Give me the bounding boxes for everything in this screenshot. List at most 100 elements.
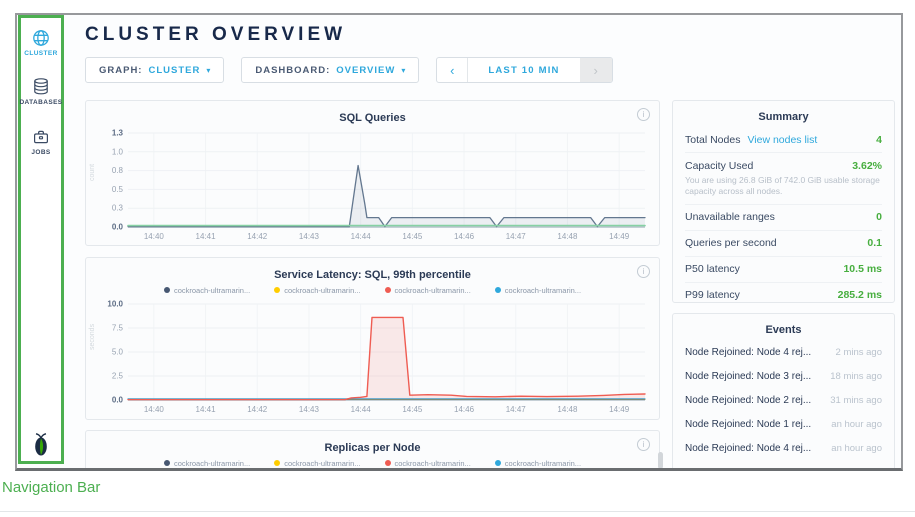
cockroachdb-logo[interactable] — [30, 432, 52, 457]
event-time: an hour ago — [831, 443, 882, 454]
info-icon[interactable]: i — [637, 265, 650, 278]
sql-queries-chart-card: SQL Queries i count 14:4014:4114:4214:43… — [85, 100, 660, 246]
time-range-label[interactable]: LAST 10 MIN — [468, 58, 579, 82]
legend-label: cockroach-ultramarin... — [395, 286, 471, 295]
legend-dot — [164, 460, 170, 466]
legend-dot — [164, 287, 170, 293]
x-axis-tick-label: 14:44 — [351, 232, 372, 241]
cockroachdb-logo-icon — [30, 432, 52, 457]
summary-row: Total NodesView nodes list4 — [685, 127, 882, 152]
y-axis-label: seconds — [89, 324, 96, 350]
x-axis-tick-label: 14:42 — [247, 405, 268, 414]
x-axis-tick-label: 14:46 — [454, 405, 475, 414]
summary-row-label: Total Nodes — [685, 134, 740, 146]
legend-dot — [385, 287, 391, 293]
dashboard-dropdown-value: OVERVIEW — [336, 65, 395, 76]
events-title: Events — [673, 314, 894, 340]
event-row: Node Rejoined: Node 3 rej... 18 mins ago — [685, 364, 882, 388]
legend-label: cockroach-ultramarin... — [284, 459, 360, 468]
y-axis-tick-label: 0.0 — [112, 396, 124, 405]
y-axis-tick-label: 0.8 — [112, 166, 124, 175]
chart-legend: cockroach-ultramarin... cockroach-ultrama… — [86, 457, 659, 469]
x-axis-tick-label: 14:46 — [454, 232, 475, 241]
cluster-globe-icon — [32, 29, 50, 47]
x-axis-tick-label: 14:49 — [609, 405, 630, 414]
service-latency-chart: 14:4014:4114:4214:4314:4414:4514:4614:47… — [92, 298, 653, 416]
graph-dropdown-label: GRAPH: — [99, 65, 142, 76]
time-window-selector: ‹ LAST 10 MIN › — [436, 57, 612, 83]
summary-row-value: 285.2 ms — [838, 289, 882, 301]
legend-dot — [495, 460, 501, 466]
y-axis-tick-label: 1.3 — [112, 129, 124, 138]
navigation-bar-annotation-label: Navigation Bar — [2, 479, 100, 496]
x-axis-tick-label: 14:41 — [196, 405, 217, 414]
navigation-bar: CLUSTER DATABASES — [21, 18, 61, 461]
x-axis-tick-label: 14:41 — [196, 232, 217, 241]
sidebar-item-label: DATABASES — [19, 99, 62, 106]
event-row: Node Rejoined: Node 4 rej... an hour ago — [685, 436, 882, 460]
legend-dot — [274, 287, 280, 293]
legend-dot — [274, 460, 280, 466]
x-axis-tick-label: 14:47 — [506, 232, 527, 241]
event-text: Node Rejoined: Node 4 rej... — [685, 347, 811, 358]
sidebar-item-label: CLUSTER — [24, 50, 58, 57]
x-axis-tick-label: 14:42 — [247, 232, 268, 241]
sidebar-item-databases[interactable]: DATABASES — [19, 77, 62, 106]
summary-row-value: 3.62% — [852, 160, 882, 172]
scrollbar-thumb[interactable] — [658, 452, 663, 469]
chevron-down-icon: ▾ — [401, 66, 405, 75]
x-axis-tick-label: 14:45 — [402, 405, 423, 414]
sidebar-item-jobs[interactable]: JOBS — [31, 128, 50, 156]
info-icon[interactable]: i — [637, 438, 650, 451]
y-axis-tick-label: 0.3 — [112, 204, 124, 213]
x-axis-tick-label: 14:44 — [351, 405, 372, 414]
event-time: 18 mins ago — [830, 371, 882, 382]
info-icon[interactable]: i — [637, 108, 650, 121]
chart-title: Replicas per Node — [325, 442, 421, 454]
x-axis-tick-label: 14:43 — [299, 232, 320, 241]
legend-item: cockroach-ultramarin... — [164, 457, 250, 469]
x-axis-tick-label: 14:48 — [557, 405, 578, 414]
summary-row-value: 10.5 ms — [843, 263, 882, 275]
summary-rows: Total NodesView nodes list4Capacity Used… — [673, 127, 894, 308]
event-time: 31 mins ago — [830, 395, 882, 406]
legend-dot — [495, 287, 501, 293]
event-time: an hour ago — [831, 419, 882, 430]
summary-row: Capacity Used3.62%You are using 26.8 GiB… — [685, 152, 882, 204]
y-axis-tick-label: 10.0 — [107, 300, 123, 309]
event-row: Node Rejoined: Node 2 rej...31 mins ago — [685, 388, 882, 412]
event-text: Node Rejoined: Node 4 rej... — [685, 443, 811, 454]
legend-dot — [385, 460, 391, 466]
graph-dropdown[interactable]: GRAPH: CLUSTER ▾ — [85, 57, 224, 83]
event-time: 2 mins ago — [836, 347, 882, 358]
dashboard-controls: GRAPH: CLUSTER ▾ DASHBOARD: OVERVIEW ▾ ‹… — [85, 57, 613, 83]
y-axis-tick-label: 2.5 — [112, 372, 124, 381]
charts-column: SQL Queries i count 14:4014:4114:4214:43… — [85, 100, 660, 471]
legend-item: cockroach-ultramarin... — [385, 457, 471, 469]
event-text: Node Rejoined: Node 3 rej... — [685, 371, 811, 382]
summary-row-label: Queries per second — [685, 237, 777, 249]
x-axis-tick-label: 14:45 — [402, 232, 423, 241]
legend-item: cockroach-ultramarin... — [495, 457, 581, 469]
legend-item: cockroach-ultramarin... — [385, 284, 471, 296]
events-rows: Node Rejoined: Node 4 rej... 2 mins ago No… — [673, 340, 894, 460]
summary-row-label: P50 latency — [685, 263, 740, 275]
time-prev-button[interactable]: ‹ — [437, 58, 468, 82]
y-axis-label: count — [89, 164, 96, 181]
summary-panel: Summary Total NodesView nodes list4Capac… — [672, 100, 895, 303]
summary-row: Unavailable ranges0 — [685, 204, 882, 230]
summary-row-label: Capacity Used — [685, 160, 753, 172]
summary-row-value: 0.1 — [867, 237, 882, 249]
legend-label: cockroach-ultramarin... — [174, 286, 250, 295]
chevron-down-icon: ▾ — [206, 66, 210, 75]
view-nodes-link[interactable]: View nodes list — [747, 134, 817, 146]
replicas-per-node-chart-card: Replicas per Node i cockroach-ultramarin… — [85, 430, 660, 471]
legend-item: cockroach-ultramarin... — [164, 284, 250, 296]
y-axis-tick-label: 5.0 — [112, 348, 124, 357]
legend-item: cockroach-ultramarin... — [274, 284, 360, 296]
dashboard-dropdown[interactable]: DASHBOARD: OVERVIEW ▾ — [241, 57, 419, 83]
time-next-button[interactable]: › — [580, 58, 612, 82]
navigation-bar-highlight: CLUSTER DATABASES — [18, 15, 64, 464]
sidebar-item-cluster[interactable]: CLUSTER — [24, 29, 58, 57]
service-latency-chart-card: Service Latency: SQL, 99th percentile i … — [85, 257, 660, 420]
